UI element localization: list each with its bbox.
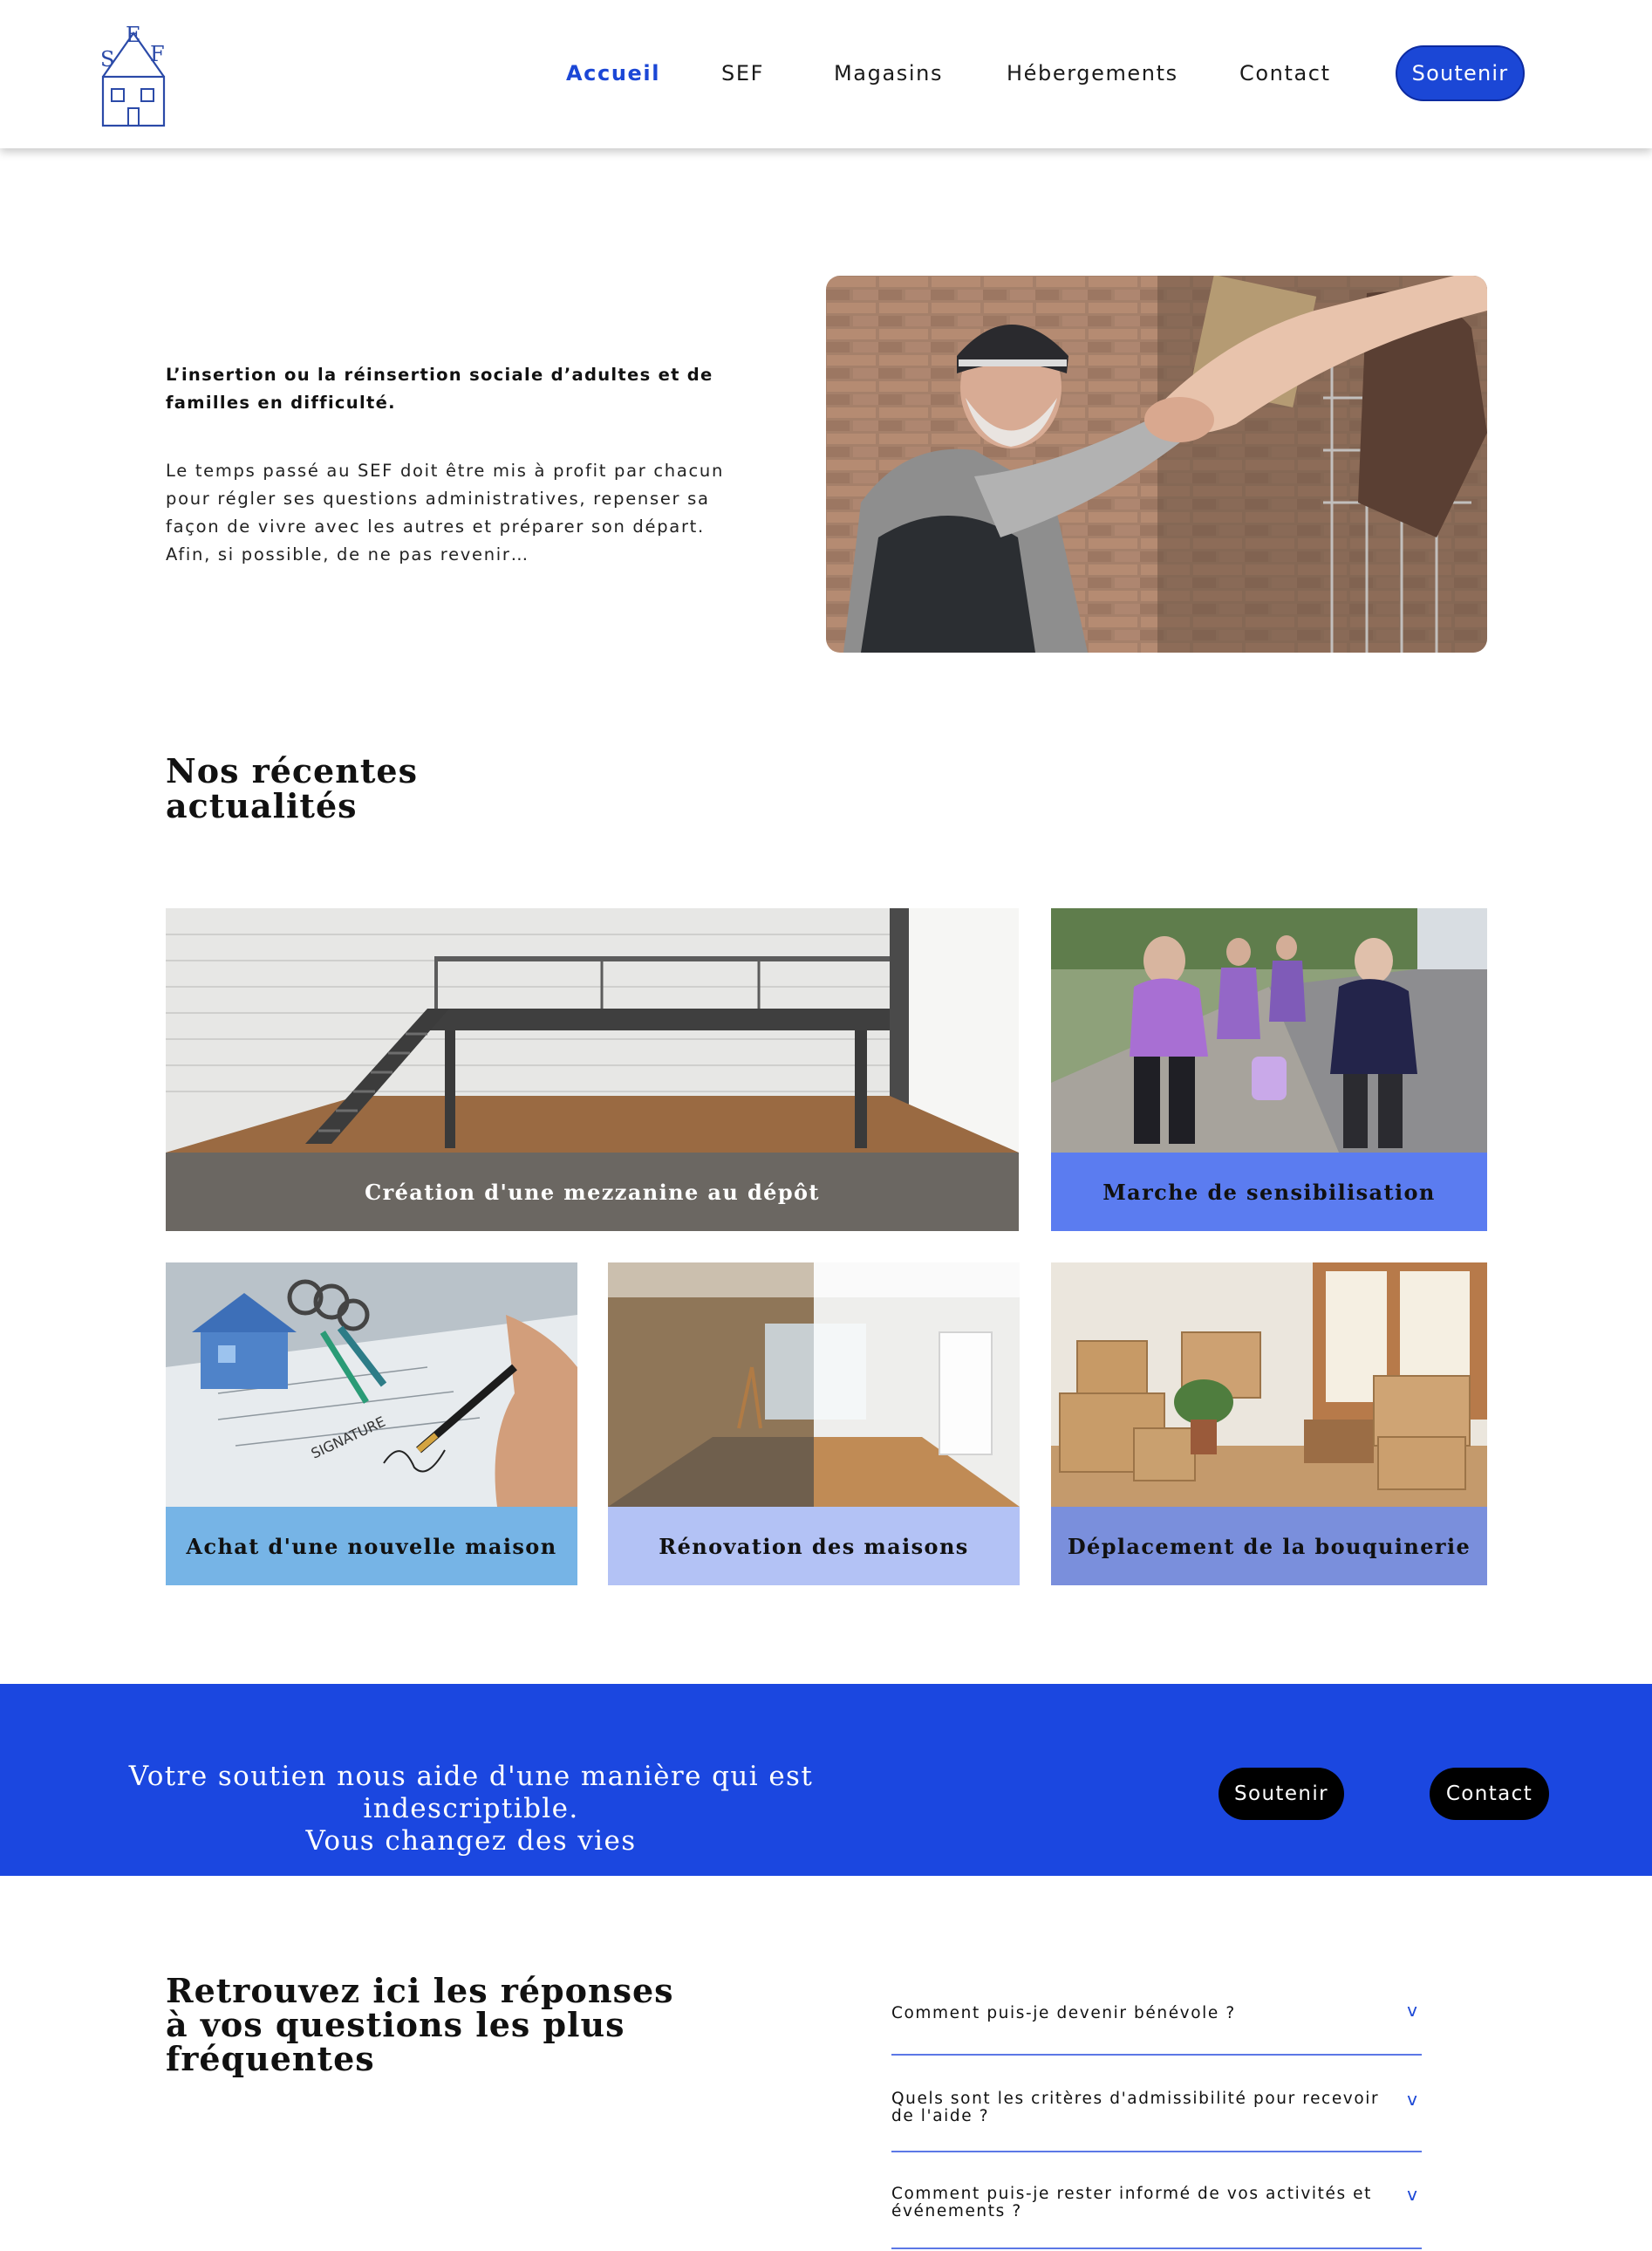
nav-item-sef[interactable]: SEF [721,61,764,86]
hero-image [826,276,1487,653]
faq-item[interactable]: Comment puis-je rester informé de vos ac… [891,2152,1422,2249]
hero-body: Le temps passé au SEF doit être mis à pr… [166,461,725,564]
banner-line-1: Votre soutien nous aide d'une manière qu… [128,1761,814,1824]
svg-text:E: E [126,23,141,47]
faq-question: Comment puis-je rester informé de vos ac… [891,2185,1373,2220]
news-card-caption: Achat d'une nouvelle maison [166,1507,577,1585]
banner-contact-button[interactable]: Contact [1430,1768,1549,1820]
nav-item-magasins[interactable]: Magasins [834,61,943,86]
news-card-renovation[interactable]: Rénovation des maisons [608,1262,1020,1585]
banner-text: Votre soutien nous aide d'une manière qu… [87,1761,855,1858]
news-title: Nos récentes actualités [166,751,418,825]
support-banner: Votre soutien nous aide d'une manière qu… [0,1684,1652,1876]
news-card-bouquinerie[interactable]: Déplacement de la bouquinerie [1051,1262,1487,1585]
faq-item[interactable]: Quels sont les critères d'admissibilité … [891,2056,1422,2152]
moving-boxes-photo-icon [1051,1262,1487,1507]
news-card-marche[interactable]: Marche de sensibilisation [1051,908,1487,1231]
faq-item[interactable]: Comment puis-je devenir bénévole ? v [891,1991,1422,2056]
banner-line-2: Vous changez des vies [305,1825,637,1857]
homeless-man-photo-icon [826,276,1487,653]
mezzanine-photo-icon [166,908,1019,1153]
chevron-down-icon[interactable]: v [1403,2089,1422,2110]
renovation-photo-icon [608,1262,1020,1507]
faq-question: Comment puis-je devenir bénévole ? [891,2004,1236,2022]
chevron-down-icon[interactable]: v [1403,2000,1422,2021]
house-keys-photo-icon: SIGNATURE [166,1262,577,1507]
site-header: S E F Accueil SEF Magasins Hébergements … [0,0,1652,148]
main-nav: Accueil SEF Magasins Hébergements Contac… [0,45,1652,101]
walk-photo-icon [1051,908,1487,1153]
news-card-caption: Marche de sensibilisation [1051,1153,1487,1231]
news-card-mezzanine[interactable]: Création d'une mezzanine au dépôt [166,908,1019,1231]
chevron-down-icon[interactable]: v [1403,2184,1422,2205]
support-button[interactable]: Soutenir [1396,45,1525,101]
nav-item-accueil[interactable]: Accueil [566,61,660,86]
news-card-caption: Création d'une mezzanine au dépôt [166,1153,1019,1231]
hero-lead: L’insertion ou la réinsertion sociale d’… [166,365,713,413]
news-card-caption: Rénovation des maisons [608,1507,1020,1585]
faq-title: Retrouvez ici les réponses à vos questio… [166,1971,674,2078]
nav-item-contact[interactable]: Contact [1239,61,1331,86]
news-card-caption: Déplacement de la bouquinerie [1051,1507,1487,1585]
faq-question: Quels sont les critères d'admissibilité … [891,2090,1380,2125]
banner-support-button[interactable]: Soutenir [1219,1768,1344,1820]
nav-item-hebergements[interactable]: Hébergements [1007,61,1178,86]
news-card-achat[interactable]: SIGNATURE Achat d'une nouvelle maison [166,1262,577,1585]
